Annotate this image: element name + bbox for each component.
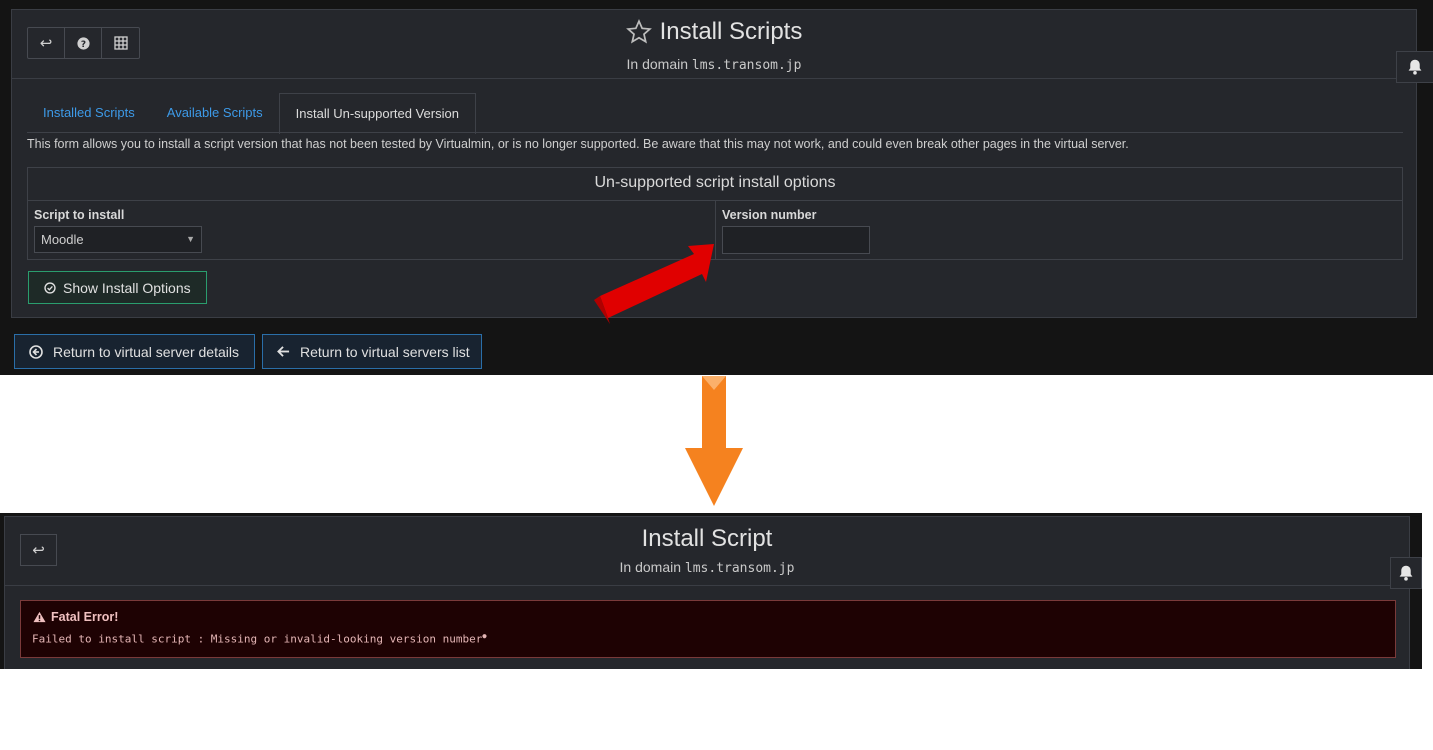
- error-message: Failed to install script : Missing or in…: [32, 632, 487, 646]
- subtitle-prefix: In domain: [619, 559, 681, 575]
- star-icon[interactable]: [625, 19, 652, 45]
- error-title: Fatal Error!: [51, 610, 119, 624]
- version-label: Version number: [722, 208, 817, 222]
- return-to-servers-list-label: Return to virtual servers list: [300, 343, 470, 360]
- script-label: Script to install: [34, 208, 125, 222]
- bell-icon: [1408, 59, 1422, 75]
- tabs: Installed Scripts Available Scripts Inst…: [27, 93, 476, 134]
- warning-icon: [33, 611, 46, 623]
- tab-install-unsupported-version[interactable]: Install Un-supported Version: [278, 93, 476, 134]
- tab-available-scripts[interactable]: Available Scripts: [151, 93, 279, 133]
- page-title: Install Script: [641, 525, 773, 552]
- red-arrow-annotation: [594, 244, 714, 324]
- header-divider: [5, 585, 1409, 586]
- subtitle-prefix: In domain: [626, 56, 688, 72]
- return-to-server-details-label: Return to virtual server details: [53, 343, 239, 360]
- domain-name: lms.transom.jp: [691, 58, 802, 73]
- form-description: This form allows you to install a script…: [27, 137, 1129, 151]
- page-subtitle: In domain lms.transom.jp: [12, 56, 1416, 73]
- show-install-options-label: Show Install Options: [63, 279, 191, 296]
- options-heading: Un-supported script install options: [28, 168, 1402, 201]
- tab-divider: [27, 132, 1403, 133]
- header-divider: [12, 78, 1416, 79]
- circle-arrow-left-icon: [29, 344, 43, 359]
- script-select[interactable]: Moodle ▼: [34, 226, 202, 253]
- page-title: Install Scripts: [659, 18, 803, 45]
- caret-down-icon: ▼: [186, 234, 195, 244]
- header: Install Script In domain lms.transom.jp: [5, 525, 1409, 576]
- info-icon[interactable]: ●: [482, 632, 486, 640]
- fatal-error-alert: Fatal Error! Failed to install script : …: [20, 600, 1396, 658]
- tab-installed-scripts[interactable]: Installed Scripts: [27, 93, 151, 133]
- error-title-row: Fatal Error!: [33, 610, 118, 624]
- notifications-toggle[interactable]: [1396, 51, 1433, 83]
- notifications-toggle[interactable]: [1390, 557, 1422, 589]
- version-column: Version number: [716, 200, 1402, 259]
- return-to-servers-list-button[interactable]: Return to virtual servers list: [262, 334, 482, 369]
- check-circle-icon: [44, 281, 56, 294]
- return-to-server-details-button[interactable]: Return to virtual server details: [14, 334, 255, 369]
- show-install-options-button[interactable]: Show Install Options: [28, 271, 207, 304]
- install-script-result-panel: ↩ Install Script In domain lms.transom.j…: [4, 516, 1410, 669]
- orange-down-arrow: [685, 376, 743, 506]
- arrow-left-icon: [277, 346, 290, 357]
- error-message-text: Failed to install script : Missing or in…: [32, 632, 483, 646]
- header: Install Scripts In domain lms.transom.jp: [12, 18, 1416, 73]
- bell-icon: [1399, 565, 1413, 581]
- domain-name: lms.transom.jp: [684, 561, 795, 576]
- version-number-input[interactable]: [722, 226, 870, 254]
- page-title-row: Install Scripts: [625, 18, 803, 46]
- page-subtitle: In domain lms.transom.jp: [5, 559, 1409, 576]
- script-select-value: Moodle: [41, 232, 84, 247]
